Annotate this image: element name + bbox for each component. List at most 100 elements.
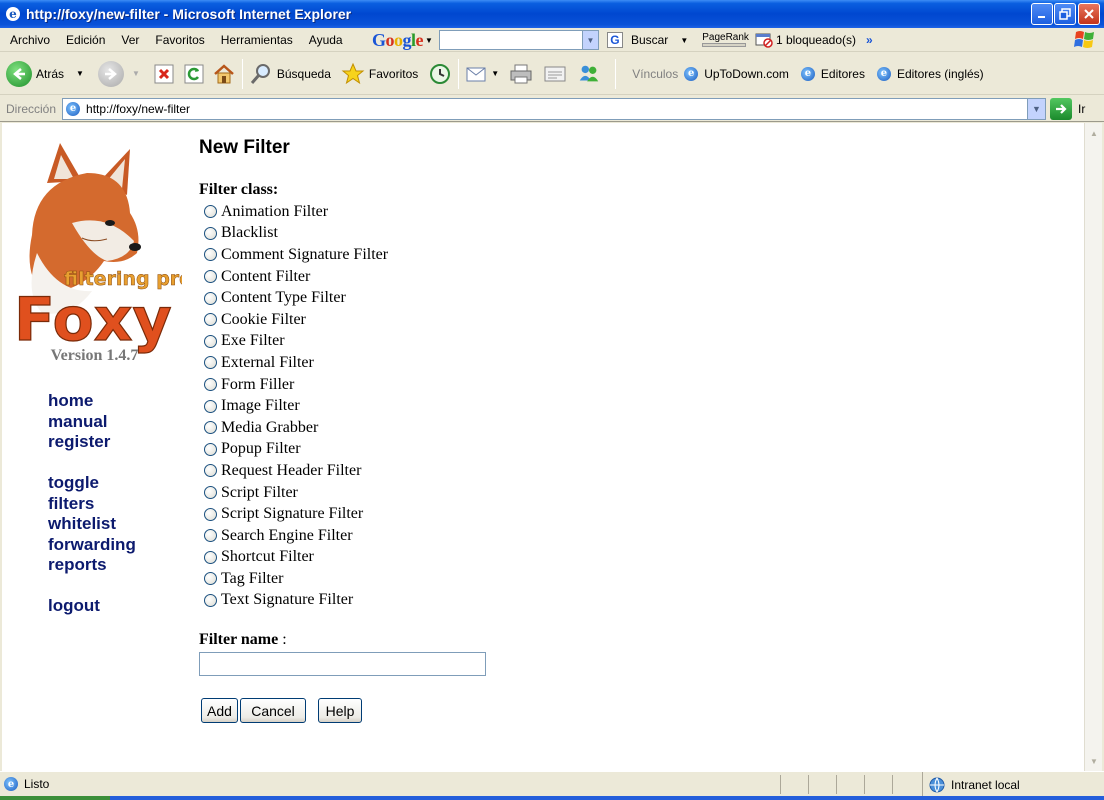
radio-option[interactable]: Content Type Filter (203, 287, 388, 309)
radio-button[interactable] (204, 486, 217, 500)
nav-register[interactable]: register (48, 432, 110, 453)
radio-option[interactable]: External Filter (203, 352, 388, 374)
nav-manual[interactable]: manual (48, 412, 110, 433)
radio-option[interactable]: Content Filter (203, 266, 388, 288)
nav-filters[interactable]: filters (48, 494, 136, 515)
google-search-label: Buscar (630, 33, 669, 47)
radio-button[interactable] (204, 226, 217, 240)
radio-button[interactable] (204, 270, 217, 284)
radio-option[interactable]: Script Filter (203, 482, 388, 504)
radio-button[interactable] (204, 572, 217, 586)
radio-option[interactable]: Tag Filter (203, 568, 388, 590)
favorites-button[interactable]: Favoritos (341, 62, 418, 86)
google-menu-arrow-icon[interactable]: ▼ (425, 36, 433, 45)
history-icon (428, 62, 452, 86)
security-zone[interactable]: Intranet local (922, 772, 1020, 797)
radio-button[interactable] (204, 529, 217, 543)
google-search-input[interactable]: ▼ (438, 30, 599, 50)
menu-herramientas[interactable]: Herramientas (213, 33, 301, 47)
radio-button[interactable] (204, 593, 217, 607)
radio-button[interactable] (204, 399, 217, 413)
help-button[interactable]: Help (318, 698, 362, 723)
radio-button[interactable] (204, 205, 217, 219)
radio-option[interactable]: Popup Filter (203, 439, 388, 461)
radio-option[interactable]: Shortcut Filter (203, 547, 388, 569)
radio-option[interactable]: Text Signature Filter (203, 590, 388, 612)
menu-archivo[interactable]: Archivo (0, 33, 58, 47)
radio-button[interactable] (204, 378, 217, 392)
radio-button[interactable] (204, 248, 217, 262)
radio-option[interactable]: Search Engine Filter (203, 525, 388, 547)
link-editores-ingles[interactable]: e Editores (inglés) (876, 66, 984, 81)
google-search-button[interactable]: G Buscar ▼ (606, 32, 688, 48)
forward-button[interactable]: ▼ (97, 60, 140, 87)
google-logo[interactable]: Google (372, 30, 424, 51)
edit-button[interactable] (543, 62, 567, 86)
radio-option[interactable]: Cookie Filter (203, 309, 388, 331)
radio-option[interactable]: Request Header Filter (203, 460, 388, 482)
radio-label: Exe Filter (221, 332, 285, 350)
radio-button[interactable] (204, 421, 217, 435)
address-label: Dirección (6, 101, 57, 116)
home-button[interactable] (212, 62, 236, 86)
radio-button[interactable] (204, 507, 217, 521)
address-input[interactable]: e http://foxy/new-filter ▼ (62, 97, 1047, 120)
menu-edicion[interactable]: Edición (58, 33, 113, 47)
menu-ver[interactable]: Ver (113, 33, 147, 47)
minimize-button[interactable] (1031, 3, 1053, 25)
radio-option[interactable]: Comment Signature Filter (203, 244, 388, 266)
menu-ayuda[interactable]: Ayuda (301, 33, 351, 47)
radio-button[interactable] (204, 442, 217, 456)
chevron-down-icon[interactable]: ▼ (76, 69, 84, 78)
nav-home[interactable]: home (48, 391, 110, 412)
radio-option[interactable]: Script Signature Filter (203, 503, 388, 525)
go-button[interactable]: Ir (1050, 97, 1085, 120)
pagerank-meter[interactable]: PageRank (702, 33, 749, 47)
stop-button[interactable] (152, 62, 176, 86)
radio-button[interactable] (204, 313, 217, 327)
radio-button[interactable] (204, 356, 217, 370)
refresh-button[interactable] (182, 62, 206, 86)
more-chevron-icon[interactable]: » (866, 33, 873, 47)
filter-name-input[interactable] (199, 652, 486, 676)
scroll-down-arrow-icon[interactable]: ▼ (1086, 753, 1102, 769)
maximize-button[interactable] (1054, 3, 1076, 25)
history-button[interactable] (428, 62, 452, 86)
radio-button[interactable] (204, 334, 217, 348)
radio-option[interactable]: Media Grabber (203, 417, 388, 439)
search-button[interactable]: Búsqueda (249, 62, 331, 86)
close-button[interactable] (1078, 3, 1100, 25)
radio-label: Search Engine Filter (221, 526, 353, 544)
back-button[interactable]: Atrás ▼ (6, 60, 84, 87)
messenger-button[interactable] (577, 62, 601, 86)
popup-blocker[interactable]: 1 bloqueado(s) (755, 32, 856, 48)
nav-reports[interactable]: reports (48, 555, 136, 576)
radio-label: Media Grabber (221, 418, 319, 436)
chevron-down-icon[interactable]: ▼ (581, 31, 598, 49)
radio-option[interactable]: Blacklist (203, 223, 388, 245)
foxy-logo[interactable]: filtering proxy Foxy (12, 143, 218, 358)
nav-whitelist[interactable]: whitelist (48, 514, 136, 535)
radio-option[interactable]: Form Filler (203, 374, 388, 396)
add-button[interactable]: Add (201, 698, 238, 723)
link-editores[interactable]: e Editores (800, 66, 865, 81)
radio-button[interactable] (204, 550, 217, 564)
stop-icon (152, 62, 176, 86)
radio-button[interactable] (204, 464, 217, 478)
nav-logout[interactable]: logout (48, 596, 100, 617)
radio-option[interactable]: Exe Filter (203, 331, 388, 353)
vertical-scrollbar[interactable]: ▲ ▼ (1084, 123, 1102, 771)
radio-button[interactable] (204, 291, 217, 305)
scroll-up-arrow-icon[interactable]: ▲ (1086, 125, 1102, 141)
nav-toggle[interactable]: toggle (48, 473, 136, 494)
chevron-down-icon[interactable]: ▼ (1027, 98, 1046, 119)
nav-forwarding[interactable]: forwarding (48, 535, 136, 556)
radio-option[interactable]: Image Filter (203, 395, 388, 417)
menu-favoritos[interactable]: Favoritos (147, 33, 212, 47)
radio-option[interactable]: Animation Filter (203, 201, 388, 223)
cancel-button[interactable]: Cancel (240, 698, 306, 723)
link-uptodown[interactable]: e UpToDown.com (684, 66, 789, 81)
link-label: UpToDown.com (704, 66, 789, 81)
print-button[interactable] (509, 62, 533, 86)
mail-button[interactable]: ▼ (465, 62, 499, 86)
